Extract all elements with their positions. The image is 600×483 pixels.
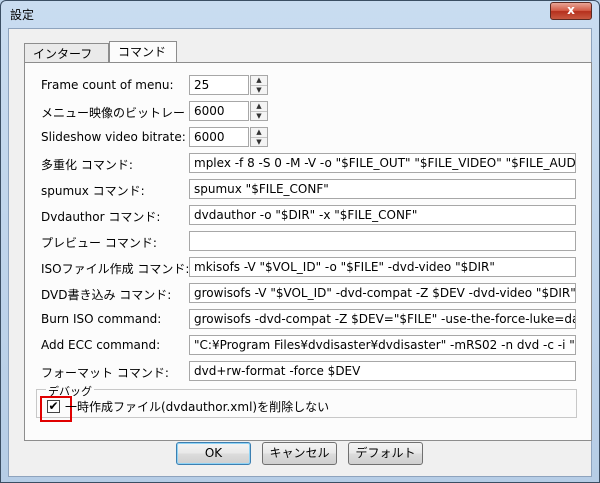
cancel-button[interactable]: キャンセル <box>262 442 337 465</box>
settings-dialog: 設定 x インターフェース コマンド Frame count of menu: … <box>0 0 600 483</box>
close-button[interactable]: x <box>550 2 592 20</box>
mux-command-label: 多重化 コマンド: <box>41 158 133 172</box>
frame-count-label: Frame count of menu: <box>41 78 174 92</box>
format-command-label: フォーマット コマンド: <box>41 366 169 380</box>
dvd-burn-command-input[interactable]: growisofs -V "$VOL_ID" -dvd-compat -Z $D… <box>189 283 576 303</box>
slideshow-bitrate-spinner[interactable]: ▲ ▼ <box>250 127 268 147</box>
preview-command-label: プレビュー コマンド: <box>41 236 157 250</box>
keep-temp-files-label[interactable]: 一時作成ファイル(dvdauthor.xml)を削除しない <box>65 398 329 415</box>
dialog-client-area: インターフェース コマンド Frame count of menu: 25 ▲▼… <box>8 28 592 477</box>
spin-up-icon[interactable]: ▲ <box>251 102 267 111</box>
slideshow-bitrate-label: Slideshow video bitrate: <box>41 130 186 144</box>
iso-command-label: ISOファイル作成 コマンド: <box>41 262 190 276</box>
burn-iso-command-input[interactable]: growisofs -dvd-compat -Z $DEV="$FILE" -u… <box>189 309 576 329</box>
window-title: 設定 <box>10 8 35 22</box>
format-command-input[interactable]: dvd+rw-format -force $DEV <box>189 361 576 381</box>
slideshow-bitrate-input[interactable]: 6000 <box>189 127 249 147</box>
mux-command-input[interactable]: mplex -f 8 -S 0 -M -V -o "$FILE_OUT" "$F… <box>189 153 576 173</box>
frame-count-spinner[interactable]: ▲ ▼ <box>250 75 268 95</box>
iso-command-input[interactable]: mkisofs -V "$VOL_ID" -o "$FILE" -dvd-vid… <box>189 257 576 277</box>
spin-down-icon[interactable]: ▼ <box>251 137 267 147</box>
preview-command-input[interactable] <box>189 231 576 251</box>
menu-bitrate-input[interactable]: 6000 <box>189 101 249 121</box>
commands-panel: Frame count of menu: 25 ▲ ▼ メニュー映像のビットレート… <box>24 62 592 441</box>
frame-count-input[interactable]: 25 <box>189 75 249 95</box>
spin-up-icon[interactable]: ▲ <box>251 76 267 85</box>
add-ecc-command-input[interactable]: "C:¥Program Files¥dvdisaster¥dvdisaster"… <box>189 335 576 355</box>
menu-bitrate-spinner[interactable]: ▲ ▼ <box>250 101 268 121</box>
dvdauthor-command-input[interactable]: dvdauthor -o "$DIR" -x "$FILE_CONF" <box>189 205 576 225</box>
add-ecc-command-label: Add ECC command: <box>41 338 161 352</box>
dvd-burn-command-label: DVD書き込み コマンド: <box>41 288 172 302</box>
close-icon: x <box>567 3 575 17</box>
burn-iso-command-label: Burn ISO command: <box>41 312 162 326</box>
tab-commands[interactable]: コマンド <box>109 41 177 63</box>
spin-down-icon[interactable]: ▼ <box>251 111 267 121</box>
spumux-command-input[interactable]: spumux "$FILE_CONF" <box>189 179 576 199</box>
spin-up-icon[interactable]: ▲ <box>251 128 267 137</box>
spumux-command-label: spumux コマンド: <box>41 184 145 198</box>
tab-interface[interactable]: インターフェース <box>24 43 109 81</box>
dvdauthor-command-label: Dvdauthor コマンド: <box>41 210 161 224</box>
spin-down-icon[interactable]: ▼ <box>251 85 267 95</box>
default-button[interactable]: デフォルト <box>348 442 423 465</box>
title-bar[interactable]: 設定 x <box>1 1 599 27</box>
menu-bitrate-label: メニュー映像のビットレート: <box>41 106 202 120</box>
ok-button[interactable]: OK <box>176 442 251 465</box>
